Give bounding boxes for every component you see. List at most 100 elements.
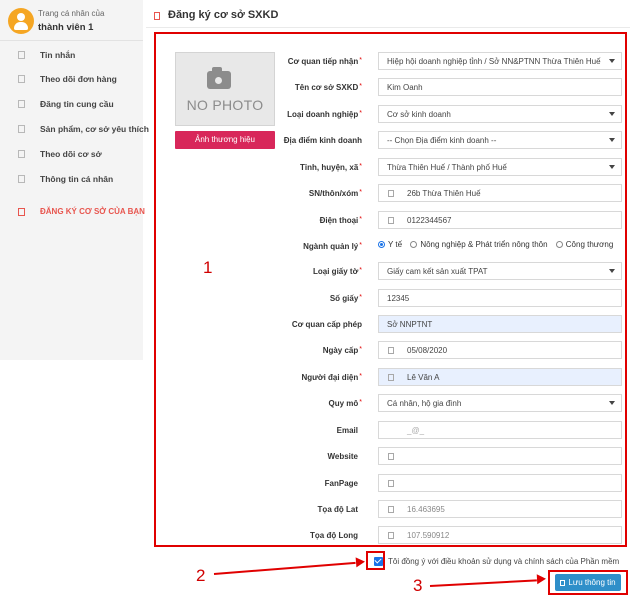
sidebar-item-label: Thông tin cá nhân xyxy=(40,174,114,184)
sidebar-item-dang-tin[interactable]: Đăng tin cung cầu xyxy=(0,94,143,116)
globe-icon xyxy=(388,453,394,460)
document-icon xyxy=(154,12,160,20)
user-icon xyxy=(18,175,25,183)
sidebar-item-thong-tin-ca-nhan[interactable]: Thông tin cá nhân xyxy=(0,169,143,191)
label-ngay-cap: Ngày cấp* xyxy=(322,346,362,355)
agreement-text: Tôi đồng ý với điều khoản sử dụng và chí… xyxy=(388,557,620,566)
no-photo-text: NO PHOTO xyxy=(186,97,264,113)
quy-mo-select[interactable]: Cá nhân, hộ gia đình xyxy=(378,394,622,412)
annotation-arrowhead-2 xyxy=(355,556,366,568)
save-icon xyxy=(560,580,566,586)
radio-unchecked-icon xyxy=(410,241,418,248)
tinh-huyen-xa-select[interactable]: Thừa Thiên Huế / Thành phố Huế xyxy=(378,158,622,176)
label-toa-do-long: Tọa độ Long xyxy=(310,531,358,540)
radio-y-te[interactable]: Y tế xyxy=(378,240,402,249)
email-input[interactable]: _@_ xyxy=(378,421,622,439)
chevron-down-icon xyxy=(609,269,615,273)
dia-diem-kinh-doanh-select[interactable]: -- Chọn Địa điểm kinh doanh -- xyxy=(378,131,622,149)
label-nguoi-dai-dien: Người đại diện* xyxy=(301,373,362,382)
toa-do-lat-input[interactable]: 16.463695 xyxy=(378,500,622,518)
fanpage-input[interactable] xyxy=(378,474,622,492)
title-divider xyxy=(146,27,630,28)
ngay-cap-input[interactable]: 05/08/2020 xyxy=(378,341,622,359)
label-co-quan-tiep-nhan: Cơ quan tiếp nhận* xyxy=(287,57,362,66)
annotation-number-1: 1 xyxy=(203,258,213,277)
label-loai-doanh-nghiep: Loại doanh nghiệp* xyxy=(287,110,362,119)
page-title: Đăng ký cơ sở SXKD xyxy=(168,9,279,21)
agreement-checkbox[interactable] xyxy=(374,557,383,566)
website-input[interactable] xyxy=(378,447,622,465)
nguoi-dai-dien-input[interactable]: Lê Văn A xyxy=(378,368,622,386)
sidebar-item-label: Theo dõi cơ sở xyxy=(40,149,102,159)
sidebar-item-theo-doi-don-hang[interactable]: Theo dõi đơn hàng xyxy=(0,69,143,91)
sidebar-item-label: Tin nhắn xyxy=(40,50,76,60)
label-ten-co-so: Tên cơ sở SXKD* xyxy=(294,83,362,92)
page-root: Trang cá nhân của thành viên 1 Tin nhắn … xyxy=(0,0,630,595)
radio-cong-thuong[interactable]: Công thương xyxy=(555,240,613,249)
calendar-icon xyxy=(388,347,394,354)
label-dia-diem-kinh-doanh: Địa điểm kinh doanh xyxy=(283,136,362,145)
phone-icon xyxy=(388,217,394,224)
radio-checked-icon xyxy=(378,241,385,248)
facebook-icon xyxy=(388,480,394,487)
chevron-down-icon xyxy=(609,401,615,405)
sidebar: Trang cá nhân của thành viên 1 Tin nhắn … xyxy=(0,0,149,360)
radio-unchecked-icon xyxy=(555,241,563,248)
nganh-quan-ly-radio-group: Y tế Nông nghiệp & Phát triển nông thôn … xyxy=(378,240,619,252)
label-so-giay: Số giấy* xyxy=(329,294,362,303)
sn-thon-xom-input[interactable]: 26b Thừa Thiên Huế xyxy=(378,184,622,202)
sidebar-item-tin-nhan[interactable]: Tin nhắn xyxy=(0,45,143,67)
save-button[interactable]: Lưu thông tin xyxy=(555,574,621,591)
label-sn-thon-xom: SN/thôn/xóm* xyxy=(308,189,362,198)
sidebar-item-theo-doi-co-so[interactable]: Theo dõi cơ sở xyxy=(0,144,143,166)
co-quan-cap-phep-input[interactable]: Sở NNPTNT xyxy=(378,315,622,333)
radio-nong-nghiep[interactable]: Nông nghiệp & Phát triển nông thôn xyxy=(410,240,548,249)
label-dien-thoai: Điện thoại* xyxy=(319,216,362,225)
label-co-quan-cap-phep: Cơ quan cấp phép xyxy=(291,320,362,329)
sidebar-item-label: Đăng tin cung cầu xyxy=(40,99,114,109)
annotation-number-2: 2 xyxy=(196,566,206,585)
brand-image-button[interactable]: Ảnh thương hiệu xyxy=(175,131,275,149)
profile-subtitle: Trang cá nhân của xyxy=(38,9,105,18)
label-email: Email xyxy=(336,426,358,435)
label-tinh-huyen-xa: Tỉnh, huyện, xã* xyxy=(300,163,362,172)
annotation-arrow-3 xyxy=(429,579,537,587)
register-icon xyxy=(18,208,25,216)
loai-doanh-nghiep-select[interactable]: Cơ sở kinh doanh xyxy=(378,105,622,123)
sidebar-item-label: ĐĂNG KÝ CƠ SỞ CỦA BẠN xyxy=(40,207,145,216)
camera-icon xyxy=(207,67,241,91)
so-giay-input[interactable]: 12345 xyxy=(378,289,622,307)
chevron-down-icon xyxy=(609,59,615,63)
label-nganh-quan-ly: Ngành quản lý* xyxy=(303,242,362,251)
location-icon xyxy=(388,532,394,539)
label-toa-do-lat: Tọa độ Lat xyxy=(317,505,358,514)
loai-giay-to-select[interactable]: Giấy cam kết sản xuất TPAT xyxy=(378,262,622,280)
sidebar-item-dang-ky-co-so[interactable]: ĐĂNG KÝ CƠ SỞ CỦA BẠN xyxy=(0,202,145,224)
co-quan-tiep-nhan-select[interactable]: Hiệp hội doanh nghiệp tỉnh / Sở NN&PTNN … xyxy=(378,52,622,70)
profile-divider xyxy=(0,40,143,41)
chevron-down-icon xyxy=(609,138,615,142)
dien-thoai-input[interactable]: 0122344567 xyxy=(378,211,622,229)
annotation-arrowhead-3 xyxy=(536,573,547,585)
sidebar-item-yeu-thich[interactable]: Sản phẩm, cơ sở yêu thích xyxy=(0,119,149,141)
label-fanpage: FanPage xyxy=(324,479,358,488)
home-icon xyxy=(388,190,394,197)
profile-header[interactable]: Trang cá nhân của thành viên 1 xyxy=(6,6,141,42)
order-icon xyxy=(18,75,25,83)
location-icon xyxy=(388,506,394,513)
profile-name: thành viên 1 xyxy=(38,22,94,33)
toa-do-long-input[interactable]: 107.590912 xyxy=(378,526,622,544)
brand-photo-placeholder: NO PHOTO xyxy=(175,52,275,126)
sidebar-item-label: Theo dõi đơn hàng xyxy=(40,74,117,84)
message-icon xyxy=(18,51,25,59)
post-icon xyxy=(18,100,25,108)
chevron-down-icon xyxy=(609,112,615,116)
label-quy-mo: Quy mô* xyxy=(328,399,362,408)
heart-icon xyxy=(18,125,25,133)
sidebar-item-label: Sản phẩm, cơ sở yêu thích xyxy=(40,124,149,134)
avatar-icon xyxy=(8,8,34,34)
annotation-number-3: 3 xyxy=(413,576,423,595)
eye-icon xyxy=(18,150,25,158)
chevron-down-icon xyxy=(609,165,615,169)
ten-co-so-input[interactable]: Kim Oanh xyxy=(378,78,622,96)
